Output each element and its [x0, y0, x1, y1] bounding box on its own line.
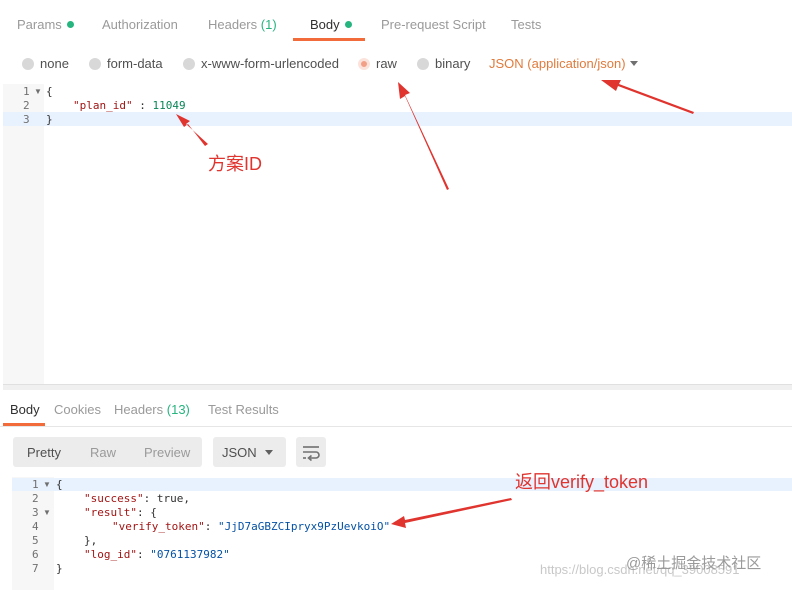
plan-id-annotation: 方案ID — [208, 154, 262, 174]
arrow-to-raw — [398, 82, 449, 190]
arrow-to-content-type — [601, 80, 694, 114]
arrow-to-verify-token — [391, 498, 512, 528]
verify-token-annotation: 返回verify_token — [515, 472, 649, 492]
arrow-to-plan-id — [176, 114, 208, 146]
annotation-arrows — [176, 80, 694, 528]
watermark-brand: @稀土掘金技术社区 — [626, 555, 762, 572]
